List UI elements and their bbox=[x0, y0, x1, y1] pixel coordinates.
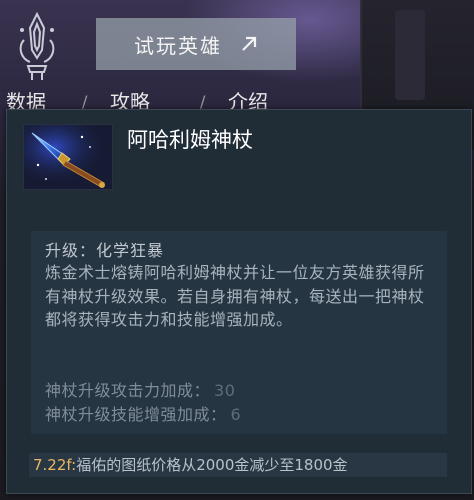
item-name: 阿哈利姆神杖 bbox=[127, 128, 253, 152]
try-hero-button[interactable]: 试玩英雄 bbox=[96, 18, 296, 70]
background-scenery-detail bbox=[395, 10, 425, 100]
try-hero-label: 试玩英雄 bbox=[134, 33, 222, 58]
stat-row-spell-amp: 神杖升级技能增强加成： 6 bbox=[45, 401, 241, 425]
stat-value: 30 bbox=[214, 381, 236, 400]
patch-note: 7.22f:福佑的图纸价格从2000金减少至1800金 bbox=[29, 453, 447, 477]
upgrade-description: 炼金术士熔铸阿哈利姆神杖并让一位友方英雄获得所有神杖升级效果。若自身拥有神杖，每… bbox=[45, 263, 425, 329]
stat-label: 神杖升级攻击力加成： bbox=[45, 381, 211, 400]
item-tooltip: 阿哈利姆神杖 升级：化学狂暴 炼金术士熔铸阿哈利姆神杖并让一位友方英雄获得所有神… bbox=[6, 109, 472, 494]
aghanims-scepter-icon bbox=[24, 125, 112, 189]
stat-value: 6 bbox=[230, 405, 242, 424]
hero-attribute-emblem-icon bbox=[19, 11, 55, 80]
patch-version: 7.22f: bbox=[33, 456, 77, 474]
upgrade-title: 升级：化学狂暴 bbox=[45, 241, 165, 260]
item-image bbox=[23, 124, 113, 190]
upgrade-panel: 升级：化学狂暴 炼金术士熔铸阿哈利姆神杖并让一位友方英雄获得所有神杖升级效果。若… bbox=[31, 231, 447, 434]
patch-text: 福佑的图纸价格从2000金减少至1800金 bbox=[76, 456, 348, 474]
external-arrow-icon bbox=[242, 36, 257, 51]
stat-label: 神杖升级技能增强加成： bbox=[45, 405, 227, 424]
stat-row-attack: 神杖升级攻击力加成： 30 bbox=[45, 377, 235, 401]
